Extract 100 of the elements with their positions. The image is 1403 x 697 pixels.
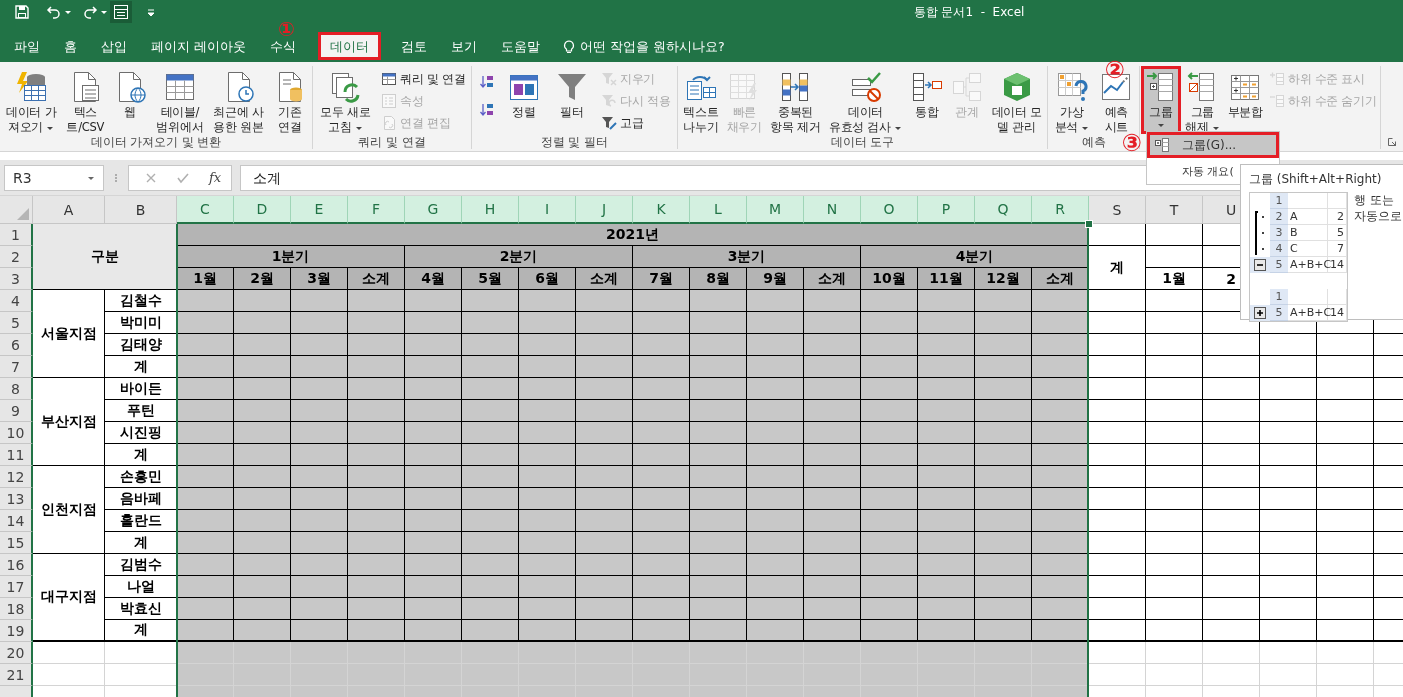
collapse-icon[interactable] xyxy=(1254,259,1266,271)
column-header[interactable]: L xyxy=(690,196,747,224)
table-cell: 7월 xyxy=(633,268,690,290)
ribbon-button[interactable]: 통합 xyxy=(906,66,947,134)
selected-cell xyxy=(348,466,405,488)
selected-cell xyxy=(1032,290,1089,312)
customize-icon[interactable] xyxy=(146,7,156,17)
ribbon-tab[interactable]: 데이터 xyxy=(318,32,381,60)
row-header[interactable]: 13 xyxy=(0,488,33,510)
selected-cell xyxy=(918,488,975,510)
selected-cell xyxy=(1032,444,1089,466)
ribbon-button[interactable]: 그룹 xyxy=(1141,66,1181,134)
list-icon xyxy=(381,93,398,109)
ribbon-tab[interactable]: 검토 xyxy=(389,32,439,60)
column-header[interactable]: N xyxy=(804,196,861,224)
column-header[interactable]: H xyxy=(462,196,519,224)
row-header[interactable]: 17 xyxy=(0,576,33,598)
row-header[interactable]: 6 xyxy=(0,334,33,356)
row-header[interactable]: 4 xyxy=(0,290,33,312)
selected-cell xyxy=(519,356,576,378)
ribbon-button[interactable]: 정렬 xyxy=(504,66,545,134)
column-header[interactable]: Q xyxy=(975,196,1032,224)
row-header[interactable]: 3 xyxy=(0,268,33,290)
column-header[interactable]: M xyxy=(747,196,804,224)
column-header[interactable]: K xyxy=(633,196,690,224)
ribbon-button[interactable]: 가상 분석 xyxy=(1050,66,1094,134)
column-header[interactable]: S xyxy=(1089,196,1146,224)
ribbon-button[interactable]: 모두 새로 고침 xyxy=(316,66,375,134)
row-header[interactable]: 11 xyxy=(0,444,33,466)
ribbon-button[interactable]: 필터 xyxy=(551,66,592,134)
row-header[interactable]: 2 xyxy=(0,246,33,268)
ribbon-button[interactable]: 데이터 모 델 관리 xyxy=(987,66,1046,134)
selected-cell xyxy=(747,422,804,444)
ribbon-tab[interactable]: 페이지 레이아웃 xyxy=(139,32,258,60)
column-header[interactable]: G xyxy=(405,196,462,224)
row-header[interactable]: 5 xyxy=(0,312,33,334)
column-header[interactable]: J xyxy=(576,196,633,224)
row-header[interactable]: 18 xyxy=(0,598,33,620)
selected-cell xyxy=(1032,378,1089,400)
ribbon-tab[interactable]: 보기 xyxy=(439,32,489,60)
selected-cell xyxy=(177,444,234,466)
row-header[interactable]: 16 xyxy=(0,554,33,576)
fill-handle[interactable] xyxy=(1085,220,1093,228)
column-header[interactable]: P xyxy=(918,196,975,224)
row-header[interactable]: 12 xyxy=(0,466,33,488)
ribbon-tab[interactable]: 삽입 xyxy=(89,32,139,60)
column-header[interactable]: C xyxy=(177,196,234,224)
selected-cell xyxy=(861,444,918,466)
row-header[interactable]: 1 xyxy=(0,224,33,246)
selected-cell xyxy=(975,312,1032,334)
undo-icon[interactable] xyxy=(46,4,62,20)
column-header[interactable]: T xyxy=(1146,196,1203,224)
dialog-launcher-icon[interactable] xyxy=(1387,137,1397,147)
menu-item[interactable]: 그룹(G)... xyxy=(1147,132,1279,158)
table-cell: 구분 xyxy=(33,224,177,290)
search-field[interactable]: 어떤 작업을 원하시나요? xyxy=(580,38,725,56)
insert-function-button[interactable]: fx xyxy=(209,170,222,185)
ribbon-tab[interactable]: 도움말 xyxy=(489,32,552,60)
ribbon-button[interactable]: 데이터 유효성 검사 xyxy=(824,66,907,134)
row-header[interactable]: 21 xyxy=(0,664,33,686)
column-header[interactable]: I xyxy=(519,196,576,224)
ribbon-button[interactable]: 텍스트 나누기 xyxy=(679,66,723,134)
selected-cell xyxy=(633,444,690,466)
row-header[interactable]: 14 xyxy=(0,510,33,532)
row-header[interactable]: 10 xyxy=(0,422,33,444)
redo-icon[interactable] xyxy=(82,4,98,20)
ribbon-tab[interactable]: 홈 xyxy=(52,32,89,60)
column-header[interactable]: F xyxy=(348,196,405,224)
row-header[interactable]: 8 xyxy=(0,378,33,400)
selected-cell xyxy=(291,598,348,620)
reapply-filter-icon xyxy=(601,93,618,109)
save-icon[interactable] xyxy=(14,4,30,20)
row-header[interactable]: 15 xyxy=(0,532,33,554)
table-cell: 계 xyxy=(105,356,177,378)
ribbon-button[interactable]: 최근에 사 용한 원본 xyxy=(209,66,268,134)
column-header[interactable]: D xyxy=(234,196,291,224)
expand-icon[interactable] xyxy=(1254,307,1266,319)
column-header[interactable]: A xyxy=(33,196,105,224)
row-header[interactable]: 20 xyxy=(0,642,33,664)
ribbon-button[interactable]: 쿼리 및 연결 xyxy=(379,68,468,90)
selected-cell xyxy=(861,466,918,488)
column-header[interactable]: B xyxy=(105,196,177,224)
ribbon-button[interactable]: 웹 xyxy=(110,66,151,134)
table-cell: 1분기 xyxy=(177,246,405,268)
column-header[interactable]: O xyxy=(861,196,918,224)
selected-cell xyxy=(633,312,690,334)
ribbon-button[interactable]: 고급 xyxy=(599,112,673,134)
ribbon-button[interactable]: 데이터 가 져오기 xyxy=(2,66,61,134)
column-header[interactable]: E xyxy=(291,196,348,224)
form-icon[interactable] xyxy=(113,4,129,20)
row-header[interactable]: 19 xyxy=(0,620,33,642)
name-box[interactable]: R3 xyxy=(4,164,104,191)
ribbon-button[interactable]: 중복된 항목 제거 xyxy=(766,66,825,134)
ribbon-button[interactable]: 테이블/ 범위에서 xyxy=(152,66,208,134)
ribbon-button[interactable]: 텍스 트/CSV xyxy=(62,66,109,134)
row-header[interactable]: 7 xyxy=(0,356,33,378)
ribbon-button[interactable]: 기존 연결 xyxy=(269,66,310,134)
row-header[interactable]: 9 xyxy=(0,400,33,422)
column-header[interactable]: R xyxy=(1032,196,1089,224)
ribbon-tab[interactable]: 파일 xyxy=(2,32,52,60)
